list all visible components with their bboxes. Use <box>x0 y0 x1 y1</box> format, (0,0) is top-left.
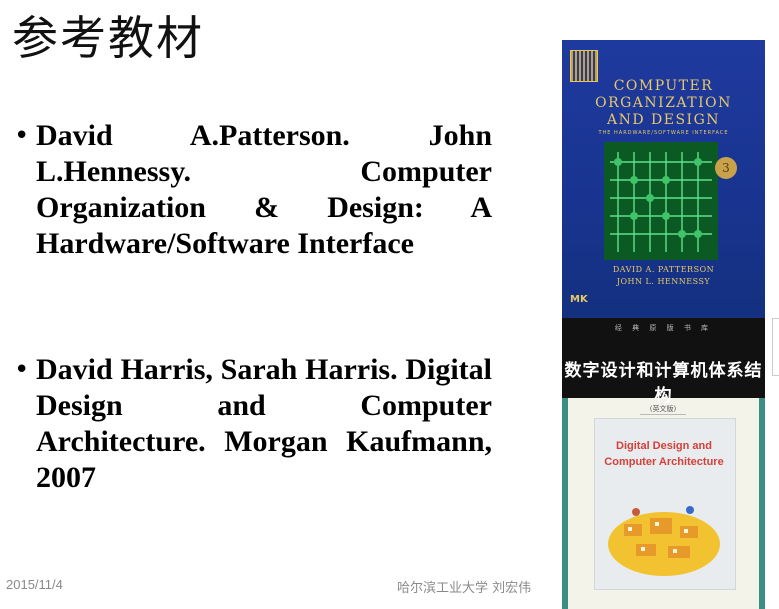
book1-authors: DAVID A. PATTERSON JOHN L. HENNESSY <box>562 264 765 288</box>
reference-text: David A.Patterson. John L.Hennessy. Comp… <box>36 119 492 260</box>
abacus-artwork-icon <box>604 142 718 260</box>
book1-title-line: Computer <box>613 78 714 94</box>
book1-title-line: Organization <box>595 95 732 111</box>
mk-logo-icon: MK <box>570 294 588 305</box>
book2-title-cn: 数字设计和计算机体系结构 <box>564 361 763 406</box>
book-cover-harris: 经 典 原 版 书 库 数字设计和计算机体系结构 (英文版) Digital D… <box>562 318 765 609</box>
book1-subtitle: THE HARDWARE/SOFTWARE INTERFACE <box>598 130 729 136</box>
book1-title-line: and Design <box>606 112 721 128</box>
book2-series: 经 典 原 版 书 库 <box>614 324 713 332</box>
book2-title-en: Digital Design and Computer Architecture <box>594 438 734 470</box>
book2-edition: (英文版) <box>640 404 686 415</box>
book1-author: DAVID A. PATTERSON <box>612 265 715 274</box>
book-cover-patterson-hennessy: Computer Organization and Design THE HAR… <box>562 40 765 318</box>
book2-title-line: Computer Architecture <box>604 456 724 468</box>
reference-item: • David A.Patterson. John L.Hennessy. Co… <box>12 118 492 262</box>
reference-text: David Harris, Sarah Harris. Digital Desi… <box>36 353 492 494</box>
circuit-city-illustration-icon <box>606 482 722 586</box>
book2-spine-right <box>759 398 765 609</box>
slide-title: 参考教材 <box>12 11 204 65</box>
edge-fragment <box>772 318 779 376</box>
book2-spine-left <box>562 398 568 609</box>
edition-badge: 3 <box>715 157 737 179</box>
book1-author: JOHN L. HENNESSY <box>616 277 711 286</box>
footer-date: 2015/11/4 <box>6 577 63 592</box>
book2-title-line: Digital Design and <box>616 440 712 452</box>
bullet-icon: • <box>14 121 30 151</box>
bullet-icon: • <box>14 355 30 385</box>
book1-title: Computer Organization and Design <box>562 78 765 129</box>
reference-item: • David Harris, Sarah Harris. Digital De… <box>12 352 492 496</box>
reference-list: • David A.Patterson. John L.Hennessy. Co… <box>12 118 492 496</box>
footer-school-author: 哈尔滨工业大学 刘宏伟 <box>397 581 532 596</box>
